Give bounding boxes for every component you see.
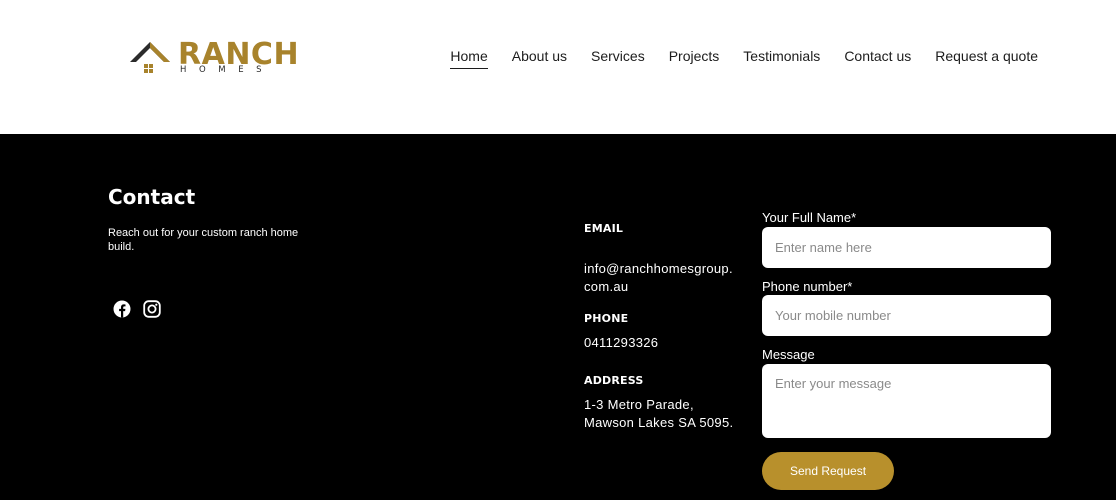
address-value-block: 1-3 Metro Parade, Mawson Lakes SA 5095.: [584, 396, 733, 432]
nav-about-us[interactable]: About us: [512, 47, 567, 65]
message-label: Message: [762, 347, 815, 362]
send-request-button[interactable]: Send Request: [762, 452, 894, 490]
site-header: RANCH HOMES Home About us Services Proje…: [0, 0, 1116, 134]
main-nav: Home About us Services Projects Testimon…: [426, 47, 1038, 69]
address-block: ADDRESS: [584, 374, 644, 387]
email-label: EMAIL: [584, 222, 624, 235]
full-name-label: Your Full Name*: [762, 210, 857, 225]
contact-section: Contact Reach out for your custom ranch …: [0, 134, 1116, 500]
phone-number-input[interactable]: [762, 295, 1051, 336]
email-value-line1[interactable]: info@ranchhomesgroup.: [584, 260, 733, 278]
phone-value[interactable]: 0411293326: [584, 334, 658, 352]
nav-home[interactable]: Home: [450, 47, 489, 69]
email-block: EMAIL: [584, 222, 623, 235]
address-line1: 1-3 Metro Parade,: [584, 397, 694, 412]
email-value-line2[interactable]: com.au: [584, 278, 733, 296]
nav-projects[interactable]: Projects: [669, 47, 720, 65]
ranch-homes-logo[interactable]: RANCH HOMES: [130, 38, 299, 78]
phone-number-label: Phone number*: [762, 279, 853, 294]
social-links: [113, 300, 161, 318]
logo-subtitle: HOMES: [180, 65, 275, 75]
email-value-block: info@ranchhomesgroup. com.au: [584, 260, 733, 296]
nav-request-a-quote[interactable]: Request a quote: [935, 47, 1038, 65]
phone-label: PHONE: [584, 312, 629, 325]
facebook-icon[interactable]: [113, 300, 131, 318]
phone-block: PHONE: [584, 312, 628, 325]
contact-heading: Contact: [108, 185, 196, 209]
house-logo-icon: [130, 42, 170, 73]
address-label: ADDRESS: [584, 374, 644, 387]
nav-testimonials[interactable]: Testimonials: [743, 47, 820, 65]
phone-value-block: 0411293326: [584, 334, 658, 352]
instagram-icon[interactable]: [143, 300, 161, 318]
nav-contact-us[interactable]: Contact us: [844, 47, 911, 65]
contact-subtitle: Reach out for your custom ranch home bui…: [108, 227, 299, 253]
address-line2: Mawson Lakes SA 5095.: [584, 415, 734, 430]
message-textarea[interactable]: [762, 364, 1051, 438]
full-name-input[interactable]: [762, 227, 1051, 268]
nav-services[interactable]: Services: [591, 47, 645, 65]
